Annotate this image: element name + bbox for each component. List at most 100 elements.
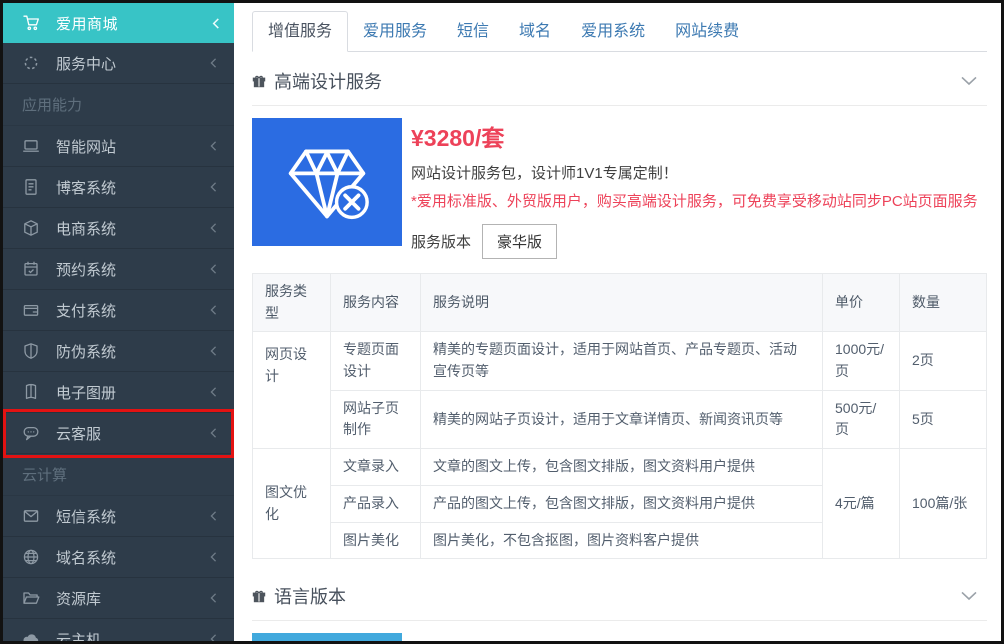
spinner-icon — [22, 54, 42, 72]
book-icon — [22, 383, 42, 401]
sidebar-item-cloud-customer-service[interactable]: 云客服 — [3, 413, 234, 454]
sidebar-item-label: 资源库 — [56, 588, 210, 609]
cell-service-desc: 精美的网站子页设计，适用于文章详情页、新闻资讯页等 — [421, 390, 823, 448]
sidebar-item-label: 域名系统 — [56, 547, 210, 568]
cell-unit-price: 4元/篇 — [823, 449, 900, 559]
product-description: 网站设计服务包，设计师1V1专属定制！ — [411, 162, 978, 183]
cell-service-desc: 精美的专题页面设计，适用于网站首页、产品专题页、活动宣传页等 — [421, 332, 823, 390]
laptop-icon — [22, 137, 42, 155]
main-content: 增值服务 爱用服务 短信 域名 爱用系统 网站续费 高端设计服务 — [234, 3, 1001, 641]
sidebar-section-app-capability: 应用能力 — [3, 84, 234, 126]
sidebar-item-domain-system[interactable]: 域名系统 — [3, 537, 234, 578]
cell-service-desc: 文章的图文上传，包含图文排版，图文资料用户提供 — [421, 449, 823, 486]
sidebar-item-sms-system[interactable]: 短信系统 — [3, 496, 234, 537]
sidebar-item-label: 电商系统 — [56, 218, 210, 239]
cell-service-type: 图文优化 — [253, 449, 331, 559]
sidebar-item-smart-website[interactable]: 智能网站 — [3, 126, 234, 167]
sidebar-item-label: 爱用商城 — [56, 13, 212, 34]
tab-domain[interactable]: 域名 — [504, 12, 566, 51]
sidebar-item-payment-system[interactable]: 支付系统 — [3, 290, 234, 331]
cart-icon — [22, 14, 41, 32]
version-option-button[interactable]: 豪华版 — [482, 224, 557, 259]
chevron-left-icon — [210, 428, 217, 438]
cell-service-desc: 产品的图文上传，包含图文排版，图文资料用户提供 — [421, 485, 823, 522]
sidebar-section-label: 云计算 — [22, 464, 67, 485]
cell-quantity: 5页 — [900, 390, 987, 448]
col-header-service-desc: 服务说明 — [421, 274, 823, 332]
tab-bar: 增值服务 爱用服务 短信 域名 爱用系统 网站续费 — [252, 11, 987, 52]
app-window: 爱用商城 服务中心 应用能力 智能网站 博客系统 — [0, 0, 1004, 644]
cloud-icon — [22, 630, 42, 641]
tab-aiyong-services[interactable]: 爱用服务 — [348, 12, 442, 51]
sidebar-item-label: 智能网站 — [56, 136, 210, 157]
gift-icon — [252, 589, 266, 603]
table-row: 网页设计 专题页面设计 精美的专题页面设计，适用于网站首页、产品专题页、活动宣传… — [253, 332, 987, 390]
sidebar: 爱用商城 服务中心 应用能力 智能网站 博客系统 — [3, 3, 234, 641]
chevron-left-icon — [210, 634, 217, 641]
table-row: 网站子页制作 精美的网站子页设计，适用于文章详情页、新闻资讯页等 500元/页 … — [253, 390, 987, 448]
version-row: 服务版本 豪华版 — [411, 224, 978, 259]
sidebar-item-cloud-host[interactable]: 云主机 — [3, 619, 234, 641]
product-price: ¥1000/个 — [411, 634, 711, 641]
sidebar-item-label: 云客服 — [56, 423, 210, 444]
tab-sms[interactable]: 短信 — [442, 12, 504, 51]
wallet-icon — [22, 301, 42, 319]
mail-icon — [22, 507, 42, 525]
col-header-quantity: 数量 — [900, 274, 987, 332]
product-note: *爱用标准版、外贸版用户，购买高端设计服务，可免费享受移动站同步PC站页面服务 — [411, 190, 978, 211]
sidebar-item-ecommerce-system[interactable]: 电商系统 — [3, 208, 234, 249]
sidebar-section-label: 应用能力 — [22, 94, 82, 115]
chevron-left-icon — [210, 593, 217, 603]
cell-service-content: 网站子页制作 — [331, 390, 421, 448]
section-title: 语言版本 — [274, 583, 346, 609]
tab-value-added-services[interactable]: 增值服务 — [252, 11, 348, 52]
sidebar-item-blog-system[interactable]: 博客系统 — [3, 167, 234, 208]
section-header-language: 语言版本 — [252, 583, 987, 621]
chevron-left-icon — [210, 58, 217, 68]
chevron-down-icon[interactable] — [961, 591, 977, 601]
service-table: 服务类型 服务内容 服务说明 单价 数量 网页设计 专题页面设计 精美的专题页面… — [252, 273, 987, 559]
tab-website-renewal[interactable]: 网站续费 — [660, 12, 754, 51]
product-info: ¥1000/个 开启网站的多语言功能，快速部署多语言网站 — [411, 633, 711, 641]
folder-icon — [22, 589, 42, 607]
globe-icon — [22, 548, 42, 566]
sidebar-item-label: 预约系统 — [56, 259, 210, 280]
chevron-left-icon — [210, 182, 217, 192]
section-header-design: 高端设计服务 — [252, 68, 987, 106]
sidebar-item-label: 支付系统 — [56, 300, 210, 321]
cell-service-type: 网页设计 — [253, 332, 331, 449]
cell-service-content: 专题页面设计 — [331, 332, 421, 390]
chevron-left-icon — [210, 511, 217, 521]
sidebar-item-label: 防伪系统 — [56, 341, 210, 362]
sidebar-item-label: 博客系统 — [56, 177, 210, 198]
table-header-row: 服务类型 服务内容 服务说明 单价 数量 — [253, 274, 987, 332]
chevron-left-icon — [210, 305, 217, 315]
chevron-down-icon[interactable] — [961, 76, 977, 86]
cell-quantity: 2页 — [900, 332, 987, 390]
chevron-left-icon — [212, 18, 220, 29]
sidebar-item-booking-system[interactable]: 预约系统 — [3, 249, 234, 290]
col-header-service-content: 服务内容 — [331, 274, 421, 332]
cube-icon — [22, 219, 42, 237]
col-header-unit-price: 单价 — [823, 274, 900, 332]
sidebar-item-mall[interactable]: 爱用商城 — [3, 3, 234, 43]
chevron-left-icon — [210, 387, 217, 397]
cell-unit-price: 500元/页 — [823, 390, 900, 448]
sidebar-section-cloud-computing: 云计算 — [3, 454, 234, 496]
cell-service-content: 产品录入 — [331, 485, 421, 522]
sidebar-item-service-center[interactable]: 服务中心 — [3, 43, 234, 84]
document-icon — [22, 178, 42, 196]
cell-service-content: 图片美化 — [331, 522, 421, 559]
tab-aiyong-system[interactable]: 爱用系统 — [566, 12, 660, 51]
cell-service-desc: 图片美化，不包含抠图，图片资料客户提供 — [421, 522, 823, 559]
sidebar-item-resource-library[interactable]: 资源库 — [3, 578, 234, 619]
sidebar-item-anticounterfeit-system[interactable]: 防伪系统 — [3, 331, 234, 372]
cell-service-content: 文章录入 — [331, 449, 421, 486]
product-price: ¥3280/套 — [411, 119, 978, 153]
product-language-version: ¥1000/个 开启网站的多语言功能，快速部署多语言网站 — [252, 633, 987, 641]
sidebar-item-ebook-album[interactable]: 电子图册 — [3, 372, 234, 413]
chevron-left-icon — [210, 223, 217, 233]
calendar-icon — [22, 260, 42, 278]
sidebar-item-label: 电子图册 — [56, 382, 210, 403]
chevron-left-icon — [210, 346, 217, 356]
